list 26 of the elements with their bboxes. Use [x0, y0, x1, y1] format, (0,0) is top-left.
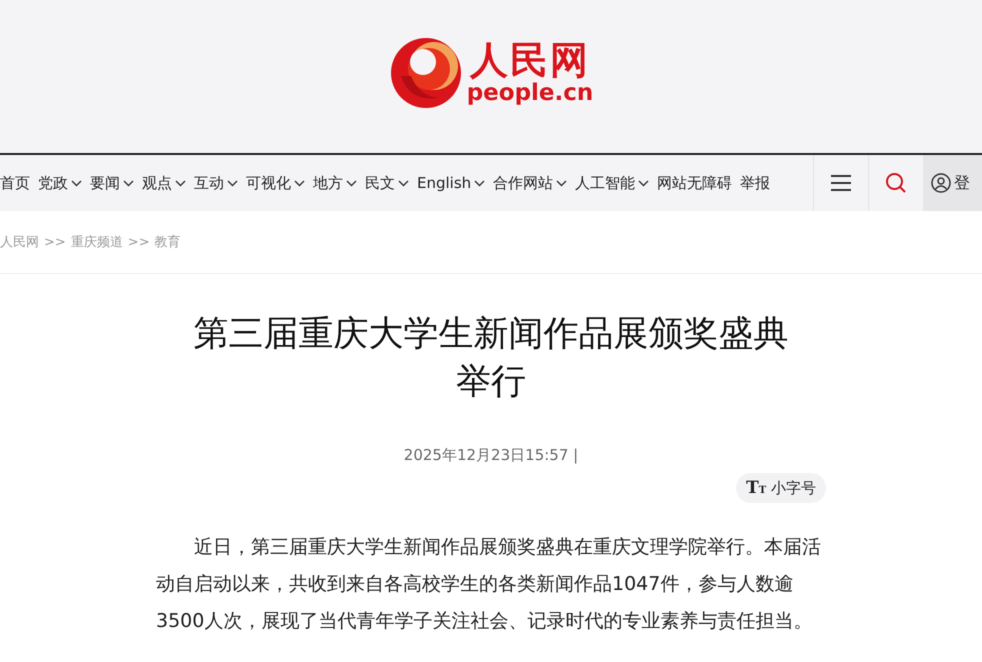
- nav-link[interactable]: 民文: [365, 174, 409, 192]
- nav-link[interactable]: 互动: [194, 174, 238, 192]
- nav-link[interactable]: 人工智能: [575, 174, 650, 192]
- nav-link[interactable]: 合作网站: [493, 174, 568, 192]
- nav-link[interactable]: English: [417, 174, 486, 192]
- user-icon: [931, 173, 951, 193]
- breadcrumb-separator: >>: [44, 234, 66, 250]
- nav-link[interactable]: 可视化: [246, 174, 305, 192]
- nav-link[interactable]: 举报: [740, 174, 770, 192]
- article-paragraph: 近日，第三届重庆大学生新闻作品展颁奖盛典在重庆文理学院举行。本届活动自启动以来，共收到来自各高校学生的各类新闻作品1047件，参与人数逾3500人次，展现了当代青年学子关注社会、记录时代的专业素养与责任担当。: [156, 535, 822, 634]
- article-title: 第三届重庆大学生新闻作品展颁奖盛典举行: [192, 313, 790, 404]
- logo-domain: people.cn: [466, 80, 594, 106]
- breadcrumb-separator: >>: [128, 234, 150, 250]
- nav-link[interactable]: 观点: [142, 174, 186, 192]
- publish-date: 2025年12月23日15:57 |: [402, 446, 580, 465]
- nav-link[interactable]: 要闻: [90, 174, 134, 192]
- nav-link[interactable]: 党政: [38, 174, 82, 192]
- globe-logo-icon: [388, 36, 463, 110]
- search-icon: [885, 172, 907, 194]
- nav-link[interactable]: 首页: [0, 174, 30, 192]
- nav-link[interactable]: 网站无障碍: [657, 174, 732, 192]
- font-size-button[interactable]: TT 小字号: [736, 473, 826, 503]
- nav-link[interactable]: 地方: [313, 174, 357, 192]
- logo-wordmark: 人民网: [470, 38, 590, 81]
- login-button[interactable]: 登: [923, 155, 982, 211]
- menu-icon: [830, 174, 852, 192]
